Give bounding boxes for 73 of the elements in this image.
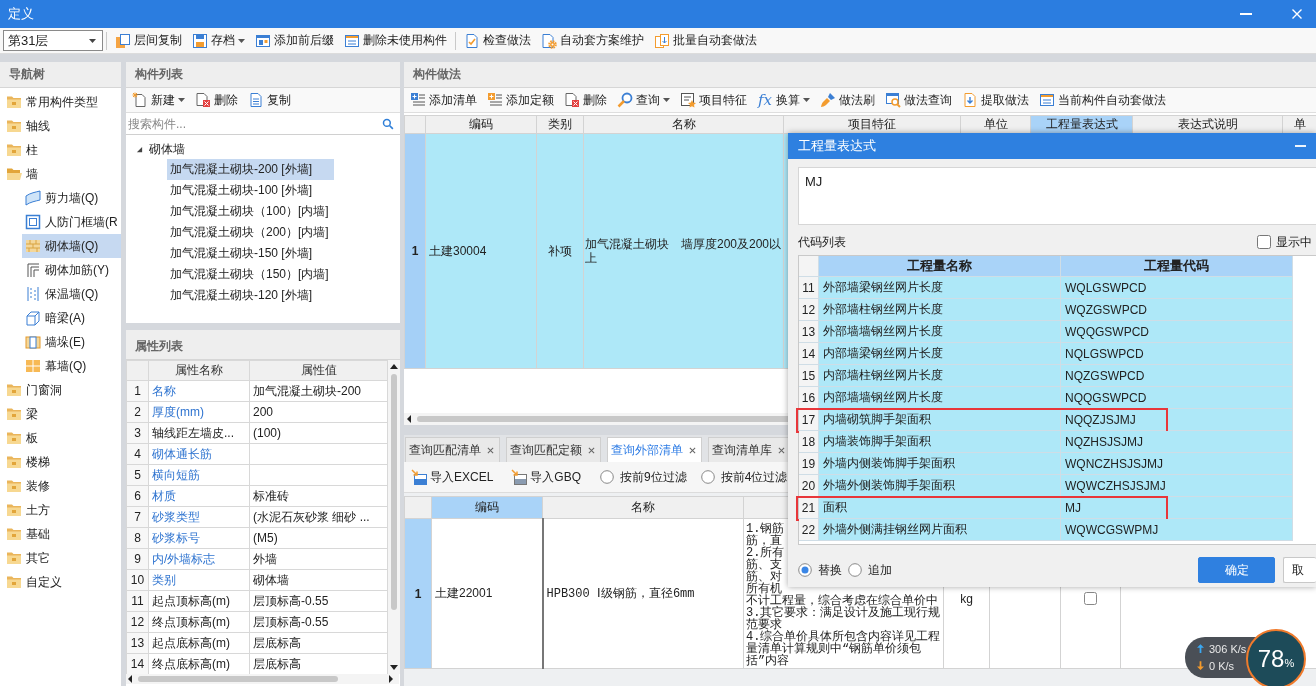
column-header: 属性名称	[148, 360, 250, 381]
description-line: 4.综合单价具体所包含内容详见工程	[746, 631, 941, 643]
description-line: 3.其它要求：满足设计及施工现行规	[746, 607, 941, 619]
property-name: 终点顶标高(m)	[148, 611, 250, 633]
property-name: 横向短筋	[148, 464, 250, 486]
description-line: 量清单计算规则中“钢筋单价须包	[746, 643, 922, 655]
row-number: 4	[126, 443, 149, 465]
panel-title: 导航树	[0, 62, 121, 88]
row-number: 19	[799, 453, 819, 475]
unit-text: kg	[960, 591, 973, 606]
table-cell: 加气混凝土砌块 墙厚度200及200以上	[583, 133, 784, 369]
function-icon: fx	[757, 91, 773, 109]
table-cell: 补项	[536, 133, 584, 369]
property-name: 材质	[148, 485, 250, 507]
row-number: 14	[799, 343, 819, 365]
panel-title: 构件列表	[126, 62, 400, 88]
row-number: 7	[126, 506, 149, 528]
row-number: 17	[799, 409, 819, 431]
description-line: 2.所有	[746, 547, 785, 559]
window-title: 定义	[8, 5, 34, 23]
description-line: 筋，直	[746, 535, 782, 547]
row-number: 18	[799, 431, 819, 453]
description-line: 1.钢筋	[746, 523, 785, 535]
property-name: 砂浆标号	[148, 527, 250, 549]
property-name: 起点底标高(m)	[148, 632, 250, 654]
row-number: 6	[126, 485, 149, 507]
property-name: 厚度(mm)	[148, 401, 250, 423]
row-number: 2	[126, 401, 149, 423]
row-number: 21	[799, 497, 819, 519]
row-number: 11	[799, 277, 819, 299]
property-name: 名称	[148, 380, 250, 402]
table-cell: 土建22001	[431, 518, 543, 669]
download-speed: 0 K/s	[1209, 659, 1235, 672]
property-name: 砌体通长筋	[148, 443, 250, 465]
description-line: 括”内容	[746, 655, 790, 667]
table-cell: 土建30004	[425, 133, 537, 369]
row-number: 11	[126, 590, 149, 612]
column-header: 工程量代码	[1061, 256, 1293, 277]
column-header: 工程量名称	[819, 256, 1061, 277]
property-name: 类别	[148, 569, 250, 591]
column-header: 属性值	[249, 360, 388, 381]
description-line: 筋、对	[746, 571, 782, 583]
section-label: 代码列表	[798, 233, 846, 251]
description-line: 不计工程量，综合考虑在综合单价中	[746, 595, 938, 607]
property-name: 砂浆类型	[148, 506, 250, 528]
row-number: 3	[126, 422, 149, 444]
row-number: 5	[126, 464, 149, 486]
row-number: 1	[126, 380, 149, 402]
row-number: 22	[799, 519, 819, 541]
row-number: 14	[126, 653, 149, 675]
panel-title: 构件做法	[404, 62, 1316, 88]
description-line: 所有机	[746, 583, 782, 595]
row-number: 13	[126, 632, 149, 654]
property-name: 内/外墙标志	[148, 548, 250, 570]
row-number: 9	[126, 548, 149, 570]
row-number: 10	[126, 569, 149, 591]
gauge-unit: %	[1284, 657, 1295, 669]
row-number: 16	[799, 387, 819, 409]
row-number: 20	[799, 475, 819, 497]
row-number: 12	[799, 299, 819, 321]
property-name: 起点顶标高(m)	[148, 590, 250, 612]
description-line: 筋、支	[746, 559, 782, 571]
row-number: 12	[126, 611, 149, 633]
row-number: 13	[799, 321, 819, 343]
property-name: 轴线距左墙皮...	[148, 422, 250, 444]
description-line: 范要求	[746, 619, 782, 631]
panel-title: 属性列表	[126, 330, 400, 360]
gauge-value: 78	[1257, 645, 1285, 673]
table-cell: HPB300 Ⅰ级钢筋，直径6mm	[542, 518, 744, 669]
row-number: 15	[799, 365, 819, 387]
dialog-title: 工程量表达式	[798, 137, 876, 155]
row-number: 8	[126, 527, 149, 549]
upload-speed: 306 K/s	[1209, 642, 1247, 655]
